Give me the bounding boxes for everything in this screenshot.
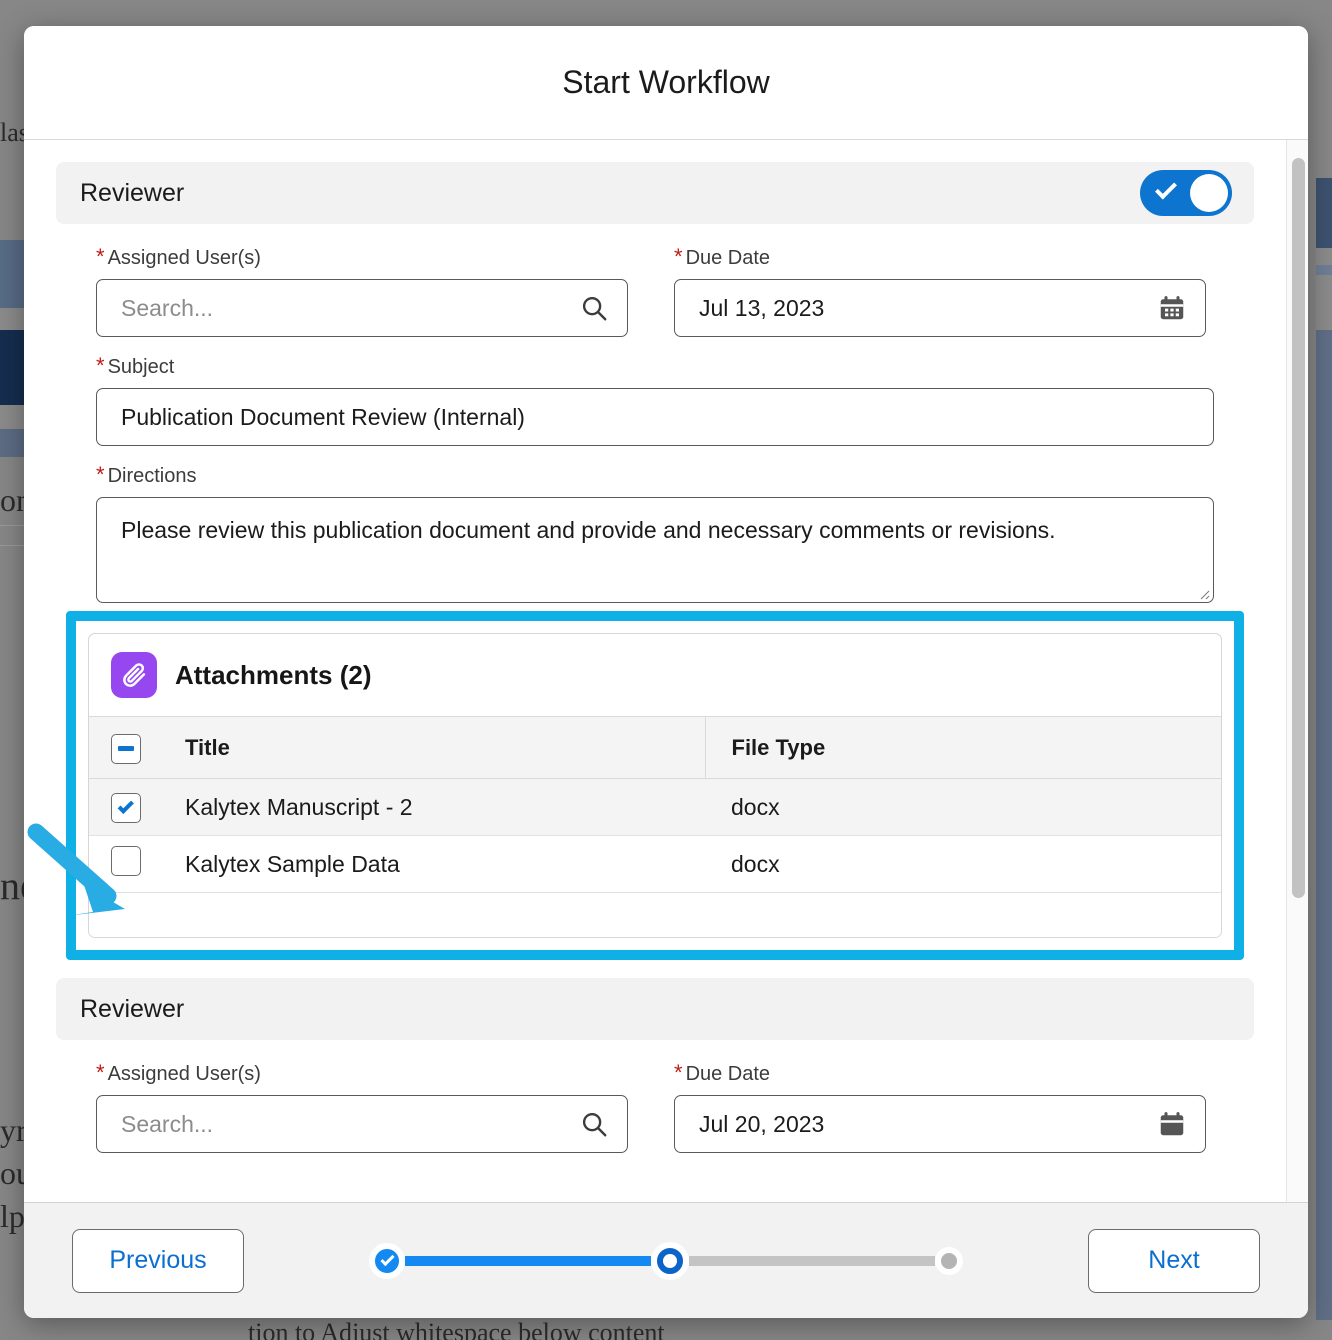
bg-band-right-4: [1316, 265, 1332, 275]
required-asterisk: *: [96, 355, 105, 377]
attachments-table-footer: [89, 893, 1221, 937]
row-file-type: docx: [705, 779, 1221, 836]
section-header-reviewer-2: Reviewer: [56, 978, 1254, 1040]
due-date-input-2[interactable]: Jul 20, 2023: [674, 1095, 1206, 1153]
directions-textarea[interactable]: Please review this publication document …: [96, 497, 1214, 603]
label-text: Assigned User(s): [108, 247, 261, 270]
attachments-highlight-box: Attachments (2) Title Fi: [66, 611, 1244, 960]
next-button[interactable]: Next: [1088, 1229, 1260, 1293]
step-2-active[interactable]: [651, 1242, 689, 1280]
scrollbar-thumb[interactable]: [1292, 158, 1305, 898]
assigned-users-label: * Assigned User(s): [96, 246, 628, 270]
assigned-users-placeholder-2: Search...: [121, 1111, 577, 1138]
required-asterisk: *: [96, 464, 105, 486]
attachments-card: Attachments (2) Title Fi: [88, 633, 1222, 938]
attachments-table-head: Title File Type: [89, 717, 1221, 779]
dialog-footer: Previous Next: [24, 1202, 1308, 1318]
step-1-complete[interactable]: [369, 1243, 405, 1279]
row-title: Kalytex Manuscript - 2: [177, 779, 705, 836]
section-title: Reviewer: [80, 995, 184, 1024]
directions-value: Please review this publication document …: [121, 517, 1056, 543]
section-header-reviewer-1: Reviewer: [56, 162, 1254, 224]
reviewer-enabled-toggle[interactable]: [1140, 170, 1232, 216]
toggle-knob: [1190, 174, 1228, 212]
subject-value: Publication Document Review (Internal): [121, 404, 1197, 431]
assigned-due-row: * Assigned User(s) Search...: [56, 246, 1254, 355]
attachments-title: Attachments (2): [175, 660, 371, 691]
required-asterisk: *: [96, 246, 105, 268]
due-date-field: * Due Date Jul 13, 2023: [674, 246, 1206, 337]
dialog-body: Reviewer * Assigned User(s) Search...: [24, 140, 1308, 1202]
check-icon: [1155, 178, 1177, 200]
attachments-table-body: Kalytex Manuscript - 2 docx Kalytex Samp…: [89, 779, 1221, 893]
assigned-users-placeholder: Search...: [121, 295, 577, 322]
bg-text-6: tion to Adjust whitespace below content: [248, 1318, 665, 1340]
label-text: Assigned User(s): [108, 1063, 261, 1086]
table-row[interactable]: Kalytex Sample Data docx: [89, 836, 1221, 893]
required-asterisk: *: [96, 1062, 105, 1084]
row-title: Kalytex Sample Data: [177, 836, 705, 893]
directions-field: * Directions Please review this publicat…: [56, 464, 1254, 603]
column-header-file-type[interactable]: File Type: [705, 717, 1221, 779]
step-connector-1: [405, 1256, 651, 1266]
paperclip-icon: [111, 652, 157, 698]
attachments-header: Attachments (2): [89, 634, 1221, 716]
indeterminate-dash-icon: [118, 746, 134, 751]
step-inner-dot: [663, 1254, 677, 1268]
due-date-label: * Due Date: [674, 246, 1206, 270]
check-icon: [117, 798, 133, 814]
bg-band-right-3: [1316, 288, 1332, 330]
subject-label: * Subject: [96, 355, 1214, 379]
vertical-scrollbar[interactable]: [1286, 140, 1308, 1202]
due-date-label-2: * Due Date: [674, 1062, 1206, 1086]
row-checkbox-unchecked[interactable]: [111, 846, 141, 876]
search-icon[interactable]: [577, 1107, 611, 1141]
subject-field: * Subject Publication Document Review (I…: [56, 355, 1254, 446]
previous-button[interactable]: Previous: [72, 1229, 244, 1293]
required-asterisk: *: [674, 1062, 683, 1084]
row-file-type: docx: [705, 836, 1221, 893]
select-all-checkbox[interactable]: [111, 734, 141, 764]
row-select-cell: [89, 779, 177, 836]
assigned-due-row-2: * Assigned User(s) Search...: [56, 1062, 1254, 1171]
label-text: Due Date: [686, 247, 771, 270]
due-date-field-2: * Due Date Jul 20, 2023: [674, 1062, 1206, 1153]
resize-grip-icon[interactable]: [1196, 586, 1210, 600]
assigned-users-label-2: * Assigned User(s): [96, 1062, 628, 1086]
assigned-users-field-2: * Assigned User(s) Search...: [96, 1062, 628, 1153]
due-date-value-2: Jul 20, 2023: [699, 1111, 1155, 1138]
subject-input[interactable]: Publication Document Review (Internal): [96, 388, 1214, 446]
row-checkbox-checked[interactable]: [111, 793, 141, 823]
label-text: Due Date: [686, 1063, 771, 1086]
calendar-icon[interactable]: [1155, 1107, 1189, 1141]
check-icon: [380, 1252, 394, 1266]
scroll-region: Reviewer * Assigned User(s) Search...: [24, 140, 1286, 1202]
table-header-row: Title File Type: [89, 717, 1221, 779]
bg-band-right-6: [1316, 330, 1332, 1320]
due-date-value: Jul 13, 2023: [699, 295, 1155, 322]
dialog-title: Start Workflow: [562, 64, 769, 101]
label-text: Subject: [108, 356, 175, 379]
due-date-input[interactable]: Jul 13, 2023: [674, 279, 1206, 337]
assigned-users-input-2[interactable]: Search...: [96, 1095, 628, 1153]
calendar-icon[interactable]: [1155, 291, 1189, 325]
directions-label: * Directions: [96, 464, 1214, 488]
workflow-stepper: [369, 1242, 963, 1280]
column-header-title[interactable]: Title: [177, 717, 705, 779]
bg-band-right-1: [1316, 178, 1332, 248]
start-workflow-dialog: Start Workflow Reviewer * Assigned User(…: [24, 26, 1308, 1318]
required-asterisk: *: [674, 246, 683, 268]
section-title: Reviewer: [80, 179, 184, 208]
step-connector-2: [689, 1256, 935, 1266]
attachments-table: Title File Type Kal: [89, 716, 1221, 893]
step-3-pending[interactable]: [935, 1247, 963, 1275]
row-select-cell: [89, 836, 177, 893]
dialog-header: Start Workflow: [24, 26, 1308, 140]
assigned-users-field: * Assigned User(s) Search...: [96, 246, 628, 337]
table-row[interactable]: Kalytex Manuscript - 2 docx: [89, 779, 1221, 836]
search-icon[interactable]: [577, 291, 611, 325]
label-text: Directions: [108, 465, 197, 488]
select-all-header: [89, 717, 177, 779]
assigned-users-input[interactable]: Search...: [96, 279, 628, 337]
